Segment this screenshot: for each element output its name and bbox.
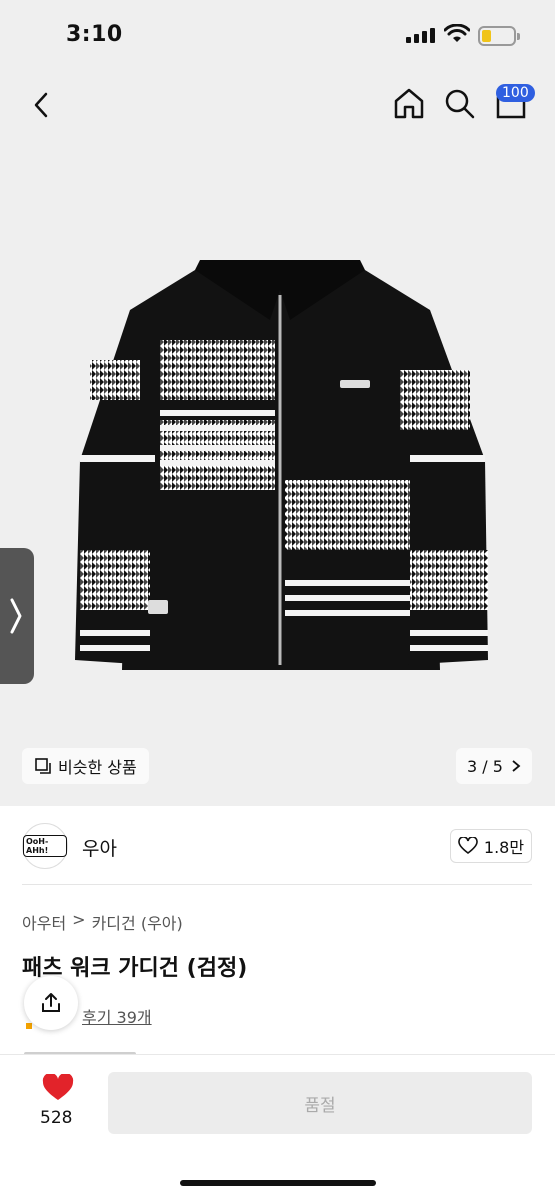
- breadcrumb-level2[interactable]: 카디건 (우아): [92, 910, 183, 934]
- battery-icon: [478, 26, 520, 46]
- brand-like-button[interactable]: 1.8만: [450, 829, 532, 863]
- brand-logo[interactable]: OoH-AHh!: [22, 823, 68, 869]
- breadcrumb-level1[interactable]: 아우터: [22, 910, 66, 934]
- copy-icon: [35, 758, 51, 774]
- favorite-count: 528: [40, 1108, 73, 1128]
- home-indicator: [180, 1180, 376, 1186]
- breadcrumb: 아우터 > 카디건 (우아): [22, 910, 183, 934]
- brand-logo-text: OoH-AHh!: [23, 835, 67, 857]
- soldout-label: 품절: [304, 1095, 336, 1116]
- similar-products-button[interactable]: 비슷한 상품: [22, 748, 149, 784]
- share-icon: [42, 993, 60, 1012]
- image-pager[interactable]: 3 / 5: [456, 748, 532, 784]
- cellular-signal-icon: [406, 28, 435, 43]
- status-bar: 3:10: [0, 0, 555, 72]
- brand-like-count: 1.8만: [483, 838, 525, 857]
- pager-text: 3 / 5: [467, 756, 503, 776]
- star-icon: [26, 1023, 32, 1029]
- product-photo: [75, 260, 488, 670]
- soldout-button[interactable]: 품절: [108, 1072, 532, 1134]
- side-drawer-handle[interactable]: [0, 548, 34, 684]
- back-icon[interactable]: [28, 90, 56, 120]
- share-button[interactable]: [24, 976, 78, 1030]
- divider: [22, 884, 532, 885]
- status-time: 3:10: [66, 22, 123, 47]
- home-icon[interactable]: [392, 86, 426, 120]
- review-link[interactable]: 후기 39개: [82, 1004, 152, 1028]
- similar-products-label: 비슷한 상품: [58, 758, 137, 777]
- heart-outline-icon: [458, 837, 478, 855]
- brand-name[interactable]: 우아: [82, 834, 117, 861]
- chevron-right-icon: [10, 598, 22, 634]
- heart-icon[interactable]: [42, 1074, 74, 1102]
- wifi-icon: [444, 24, 470, 42]
- cart-count-badge: 100: [496, 84, 535, 102]
- chevron-right-icon: [512, 760, 521, 772]
- product-gallery[interactable]: 100 비슷한 상품 3 / 5: [0, 72, 555, 806]
- search-icon[interactable]: [444, 88, 476, 120]
- breadcrumb-separator: >: [72, 910, 86, 929]
